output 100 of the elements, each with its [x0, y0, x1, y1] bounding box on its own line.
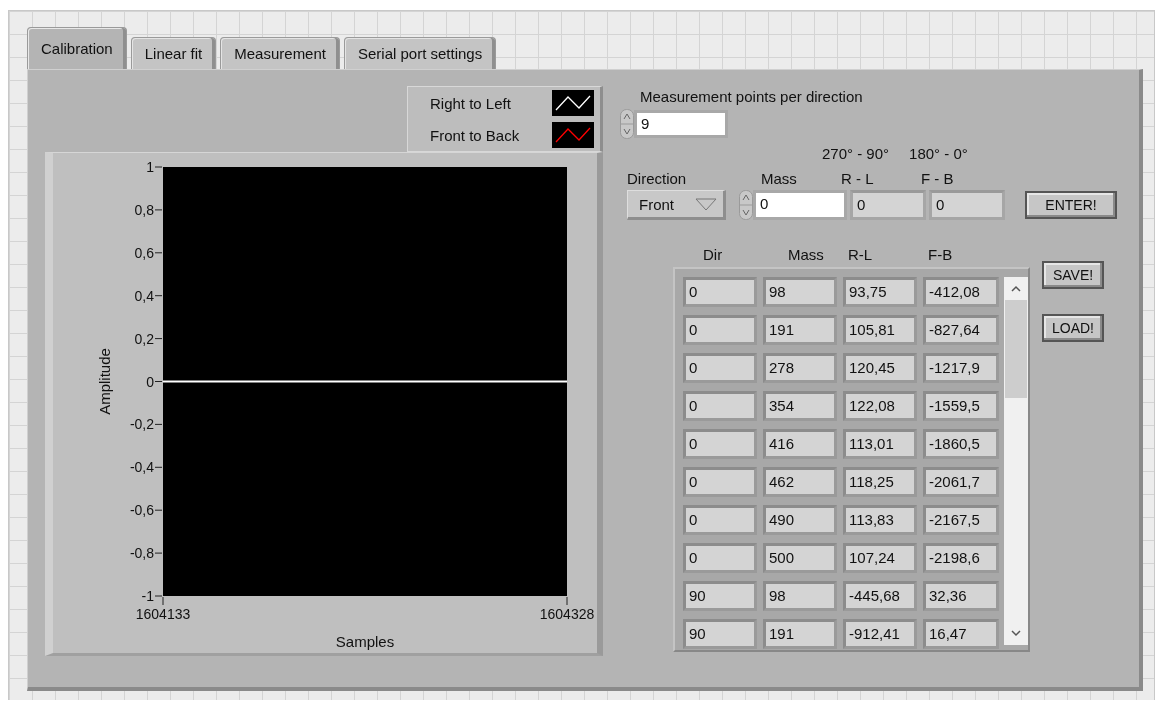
table-cell: 90 [683, 619, 757, 650]
table-cell: 0 [683, 277, 757, 307]
angle-label: 270° - 90° [822, 145, 890, 162]
y-tick-label: -0,2 [129, 416, 154, 433]
table-cell: 490 [763, 505, 837, 536]
table-cell: 107,24 [843, 543, 917, 574]
spinner-icon[interactable] [620, 109, 634, 139]
column-header: Mass [788, 246, 825, 263]
table-cell: 500 [763, 543, 837, 574]
table-cell: -1860,5 [923, 429, 999, 460]
table-cell: 98 [763, 581, 837, 612]
table-cell: 0 [683, 543, 757, 574]
mass-field[interactable]: 0 [753, 190, 847, 220]
legend-label: Right to Left [430, 94, 512, 112]
y-tick-label: 1 [146, 159, 154, 175]
y-tick [154, 166, 163, 168]
x-axis-title: Samples [335, 633, 395, 650]
action-button[interactable]: SAVE! [1042, 261, 1104, 289]
table-cell: 0 [683, 505, 757, 536]
table-cell: 0 [683, 467, 757, 498]
enter-button[interactable]: ENTER! [1025, 191, 1117, 219]
x-tick [162, 596, 164, 606]
y-tick [154, 338, 163, 340]
table-cell: 191 [763, 619, 837, 650]
table-cell: 0 [683, 429, 757, 460]
legend-label: Front to Back [430, 126, 521, 144]
points-field[interactable]: 9 [634, 110, 728, 138]
y-tick [154, 595, 163, 597]
y-tick [154, 381, 163, 382]
table-cell: 354 [763, 391, 837, 422]
y-tick-label: 0,8 [134, 201, 154, 218]
scroll-thumb[interactable] [1005, 300, 1028, 398]
field-label: R - L [841, 170, 875, 187]
column-header: Dir [703, 246, 724, 263]
scrollbar[interactable] [1004, 277, 1028, 645]
y-tick-label: 0,2 [134, 330, 154, 347]
table-cell: 32,36 [923, 581, 999, 612]
tab[interactable]: Serial port settings [344, 37, 497, 69]
y-axis-title: Amplitude [96, 348, 113, 415]
scroll-down-icon[interactable] [1011, 630, 1022, 637]
table-cell: -445,68 [843, 581, 917, 612]
column-header: F-B [928, 246, 953, 263]
field-label: Mass [761, 170, 798, 187]
y-tick [154, 423, 163, 425]
y-tick [154, 466, 163, 468]
table-cell: 416 [763, 429, 837, 460]
column-header: R-L [848, 246, 874, 263]
spinner-icon[interactable] [739, 190, 753, 220]
table-cell: -1217,9 [923, 353, 999, 384]
table-cell: 122,08 [843, 391, 917, 422]
table-cell: 191 [763, 315, 837, 346]
y-tick [154, 295, 163, 297]
y-tick [154, 209, 163, 211]
y-tick-label: -0,4 [129, 459, 154, 476]
x-tick-label: 1604328 [539, 606, 595, 622]
y-tick-label: 0,6 [134, 244, 154, 261]
table-cell: 105,81 [843, 315, 917, 346]
scroll-up-icon[interactable] [1011, 285, 1022, 292]
y-tick-label: -0,8 [129, 545, 154, 562]
table-cell: -2198,6 [923, 543, 999, 574]
y-tick-label: 0 [146, 373, 154, 390]
table-cell: 16,47 [923, 619, 999, 650]
table-cell: -2167,5 [923, 505, 999, 536]
table-cell: 462 [763, 467, 837, 498]
tab[interactable]: Calibration [27, 27, 127, 69]
table-cell: 278 [763, 353, 837, 384]
table-cell: 0 [683, 391, 757, 422]
x-tick [566, 596, 568, 606]
direction-dropdown[interactable]: Front [627, 190, 726, 220]
table-cell: -412,08 [923, 277, 999, 307]
table-cell: 118,25 [843, 467, 917, 498]
table-cell: 113,01 [843, 429, 917, 460]
tab[interactable]: Linear fit [130, 37, 217, 69]
field-label: Direction [626, 170, 688, 187]
fb-indicator: 0 [929, 190, 1005, 220]
field-label: Measurement points per direction [640, 88, 864, 105]
table-cell: 90 [683, 581, 757, 612]
table-cell: -2061,7 [923, 467, 999, 498]
y-tick-label: -0,6 [129, 502, 154, 519]
table-cell: 120,45 [843, 353, 917, 384]
y-tick [154, 252, 163, 254]
table-cell: 0 [683, 353, 757, 384]
y-tick [154, 552, 163, 554]
angle-label: 180° - 0° [909, 145, 968, 162]
table-cell: 113,83 [843, 505, 917, 536]
table-cell: -1559,5 [923, 391, 999, 422]
table-cell: -912,41 [843, 619, 917, 650]
y-tick-label: 0,4 [134, 287, 154, 304]
field-label: F - B [921, 170, 954, 187]
table-cell: 98 [763, 277, 837, 307]
dropdown-arrow-icon[interactable] [695, 197, 717, 211]
y-tick [154, 509, 163, 511]
table-cell: -827,64 [923, 315, 999, 346]
table-cell: 0 [683, 315, 757, 346]
rl-indicator: 0 [850, 190, 926, 220]
y-tick-label: -1 [141, 588, 154, 604]
action-button[interactable]: LOAD! [1042, 314, 1104, 342]
table-cell: 93,75 [843, 277, 917, 307]
x-tick-label: 1604133 [135, 606, 191, 622]
tab[interactable]: Measurement [220, 37, 340, 69]
